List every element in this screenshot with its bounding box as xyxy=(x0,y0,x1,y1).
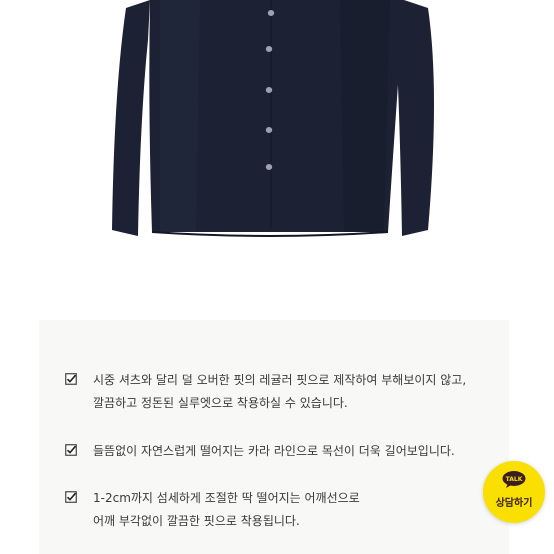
feature-text: 시중 셔츠와 달리 덜 오버한 핏의 레귤러 핏으로 제작하여 부해보이지 않고… xyxy=(93,373,467,410)
feature-item: 들뜸없이 자연스럽게 떨어지는 카라 라인으로 목선이 더욱 길어보입니다. xyxy=(65,440,505,463)
shirt-photo xyxy=(112,0,434,237)
feature-item: 1-2cm까지 섬세하게 조절한 딱 떨어지는 어깨선으로 어깨 부각없이 깔끔… xyxy=(65,487,505,533)
kakao-talk-bubble-icon: TALK xyxy=(502,471,526,488)
talk-text: TALK xyxy=(506,476,523,483)
product-image xyxy=(0,0,554,300)
feature-text: 1-2cm까지 섬세하게 조절한 딱 떨어지는 어깨선으로 어깨 부각없이 깔끔… xyxy=(93,491,360,528)
kakao-talk-consult-button[interactable]: TALK 상담하기 xyxy=(483,461,545,523)
checkbox-icon xyxy=(65,373,77,385)
feature-item: 시중 셔츠와 달리 덜 오버한 핏의 레귤러 핏으로 제작하여 부해보이지 않고… xyxy=(65,369,505,415)
kakao-consult-label: 상담하기 xyxy=(495,498,533,509)
feature-text: 들뜸없이 자연스럽게 떨어지는 카라 라인으로 목선이 더욱 길어보입니다. xyxy=(93,444,455,458)
checkbox-icon xyxy=(65,491,77,503)
left-sleeve xyxy=(112,0,150,236)
checkbox-icon xyxy=(65,444,77,456)
right-sleeve xyxy=(396,0,434,236)
product-description-panel: 시중 셔츠와 달리 덜 오버한 핏의 레귤러 핏으로 제작하여 부해보이지 않고… xyxy=(39,320,509,554)
